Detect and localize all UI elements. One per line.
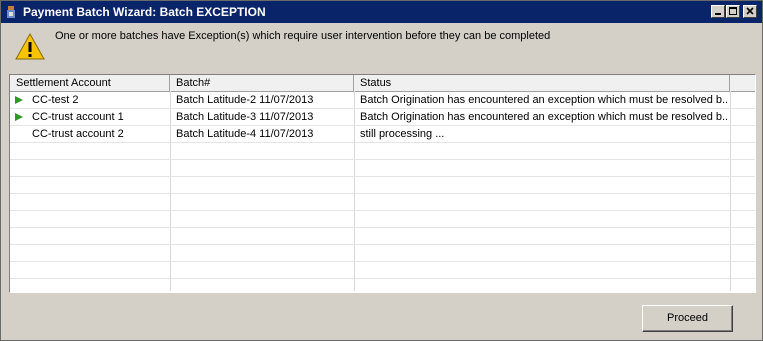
- wizard-window: Payment Batch Wizard: Batch EXCEPTION On…: [0, 0, 763, 341]
- batch-grid[interactable]: Settlement Account Batch# Status CC-test…: [9, 74, 756, 293]
- column-header-filler: [730, 75, 755, 91]
- column-header-batch[interactable]: Batch#: [170, 75, 354, 91]
- window-title: Payment Batch Wizard: Batch EXCEPTION: [23, 5, 266, 19]
- table-row[interactable]: CC-trust account 1 Batch Latitude-3 11/07…: [10, 109, 755, 126]
- table-row[interactable]: CC-test 2 Batch Latitude-2 11/07/2013 Batc…: [10, 92, 755, 109]
- batch-cell: Batch Latitude-4 11/07/2013: [176, 128, 314, 140]
- maximize-button[interactable]: [726, 5, 740, 18]
- table-row[interactable]: CC-trust account 2 Batch Latitude-4 11/07…: [10, 126, 755, 143]
- empty-table-row: [10, 177, 755, 194]
- settlement-account-cell: CC-test 2: [32, 94, 79, 106]
- close-icon: [746, 7, 754, 15]
- status-cell: Batch Origination has encountered an exc…: [360, 94, 728, 106]
- empty-table-row: [10, 262, 755, 279]
- play-icon: [15, 96, 23, 104]
- column-header-status[interactable]: Status: [354, 75, 730, 91]
- maximize-icon: [729, 7, 737, 15]
- empty-table-row: [10, 245, 755, 262]
- minimize-button[interactable]: [711, 5, 725, 18]
- settlement-account-cell: CC-trust account 1: [32, 111, 124, 123]
- batch-cell: Batch Latitude-2 11/07/2013: [176, 94, 314, 106]
- app-icon: [7, 6, 15, 18]
- empty-table-row: [10, 160, 755, 177]
- column-header-settlement-account[interactable]: Settlement Account: [10, 75, 170, 91]
- batch-cell: Batch Latitude-3 11/07/2013: [176, 111, 314, 123]
- status-cell: still processing ...: [360, 128, 445, 140]
- empty-table-row: [10, 143, 755, 160]
- empty-table-row: [10, 279, 755, 292]
- status-cell: Batch Origination has encountered an exc…: [360, 111, 728, 123]
- exception-message: One or more batches have Exception(s) wh…: [55, 30, 551, 42]
- settlement-account-cell: CC-trust account 2: [32, 128, 124, 140]
- empty-table-row: [10, 194, 755, 211]
- minimize-icon: [715, 13, 721, 15]
- empty-table-row: [10, 211, 755, 228]
- proceed-button[interactable]: Proceed: [642, 305, 733, 332]
- close-button[interactable]: [743, 5, 757, 18]
- grid-header: Settlement Account Batch# Status: [10, 75, 755, 92]
- title-bar[interactable]: Payment Batch Wizard: Batch EXCEPTION: [1, 1, 762, 23]
- empty-table-row: [10, 228, 755, 245]
- play-icon: [15, 113, 23, 121]
- warning-icon: [15, 33, 45, 60]
